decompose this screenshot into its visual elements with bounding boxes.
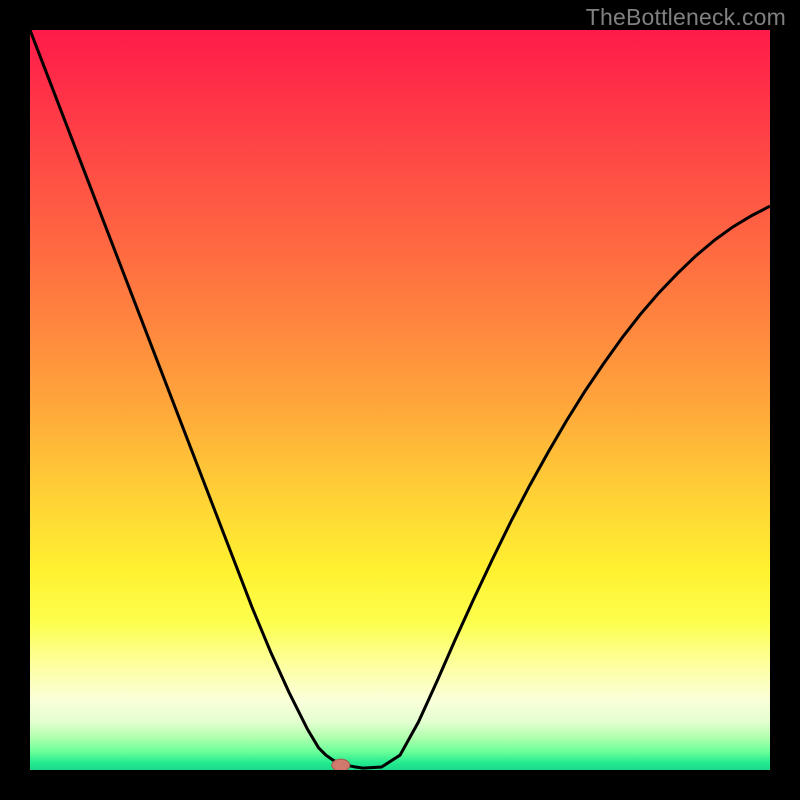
plot-area [30,30,770,770]
optimal-point-marker [332,759,350,770]
watermark-text: TheBottleneck.com [586,4,786,31]
chart-frame: TheBottleneck.com [0,0,800,800]
gradient-background [30,30,770,770]
bottleneck-chart [30,30,770,770]
